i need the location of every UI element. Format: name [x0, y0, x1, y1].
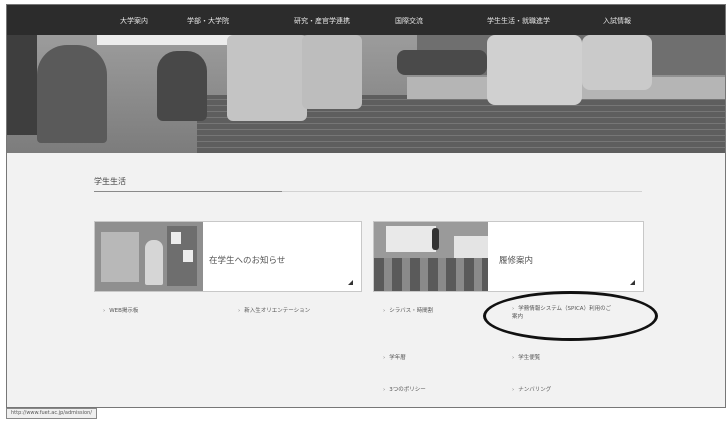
chevron-right-icon: ›: [383, 387, 386, 393]
link-spica[interactable]: › 学務情報システム（SPICA）利用のご案内: [512, 305, 612, 321]
chevron-right-icon: ›: [383, 308, 386, 314]
card-title-course: 履修案内: [499, 256, 534, 266]
global-nav: 大学案内 学部・大学院 研究・産官学連携 国際交流 学生生活・就職進学 入試情報: [7, 5, 725, 35]
link-label: 学務情報システム（SPICA）利用のご案内: [512, 306, 612, 320]
nav-item-student-life[interactable]: 学生生活・就職進学: [487, 16, 550, 26]
chevron-right-icon: ›: [103, 308, 106, 314]
chevron-right-icon: ›: [512, 306, 515, 312]
link-numbering[interactable]: › ナンバリング: [512, 386, 551, 394]
nav-item-about[interactable]: 大学案内: [120, 16, 148, 26]
nav-item-international[interactable]: 国際交流: [395, 16, 423, 26]
hero-photo: [7, 35, 725, 153]
card-student-notices[interactable]: 在学生へのお知らせ: [94, 221, 362, 292]
chevron-right-icon: ›: [512, 387, 515, 393]
link-label: ナンバリング: [518, 387, 552, 393]
section-title: 学生生活: [94, 177, 126, 186]
section-divider-light: [282, 191, 642, 192]
card-title-notices: 在学生へのお知らせ: [209, 256, 286, 266]
nav-item-research[interactable]: 研究・産官学連携: [294, 16, 350, 26]
status-bar-url: http://www.fuet.ac.jp/admission/: [6, 408, 97, 419]
link-policies[interactable]: › 3つのポリシー: [383, 386, 426, 394]
link-syllabus[interactable]: › シラバス・時間割: [383, 307, 433, 315]
link-label: 学生便覧: [518, 355, 541, 361]
link-calendar[interactable]: › 学年暦: [383, 354, 406, 362]
section-divider: [94, 191, 282, 192]
link-label: WEB掲示板: [109, 308, 139, 314]
corner-arrow-icon: [630, 280, 635, 285]
link-web-board[interactable]: › WEB掲示板: [103, 307, 138, 315]
card-image-course: [374, 222, 488, 291]
link-orientation[interactable]: › 新入生オリエンテーション: [238, 307, 310, 315]
nav-item-admissions[interactable]: 入試情報: [603, 16, 631, 26]
corner-arrow-icon: [348, 280, 353, 285]
chevron-right-icon: ›: [512, 355, 515, 361]
link-label: 3つのポリシー: [389, 387, 426, 393]
nav-item-faculties[interactable]: 学部・大学院: [187, 16, 229, 26]
chevron-right-icon: ›: [238, 308, 241, 314]
card-image-notices: [95, 222, 203, 291]
browser-viewport: 大学案内 学部・大学院 研究・産官学連携 国際交流 学生生活・就職進学 入試情報…: [6, 4, 726, 408]
card-course-guide[interactable]: 履修案内: [373, 221, 644, 292]
chevron-right-icon: ›: [383, 355, 386, 361]
link-label: シラバス・時間割: [389, 308, 434, 314]
link-handbook[interactable]: › 学生便覧: [512, 354, 540, 362]
link-label: 学年暦: [389, 355, 406, 361]
link-label: 新入生オリエンテーション: [244, 308, 311, 314]
